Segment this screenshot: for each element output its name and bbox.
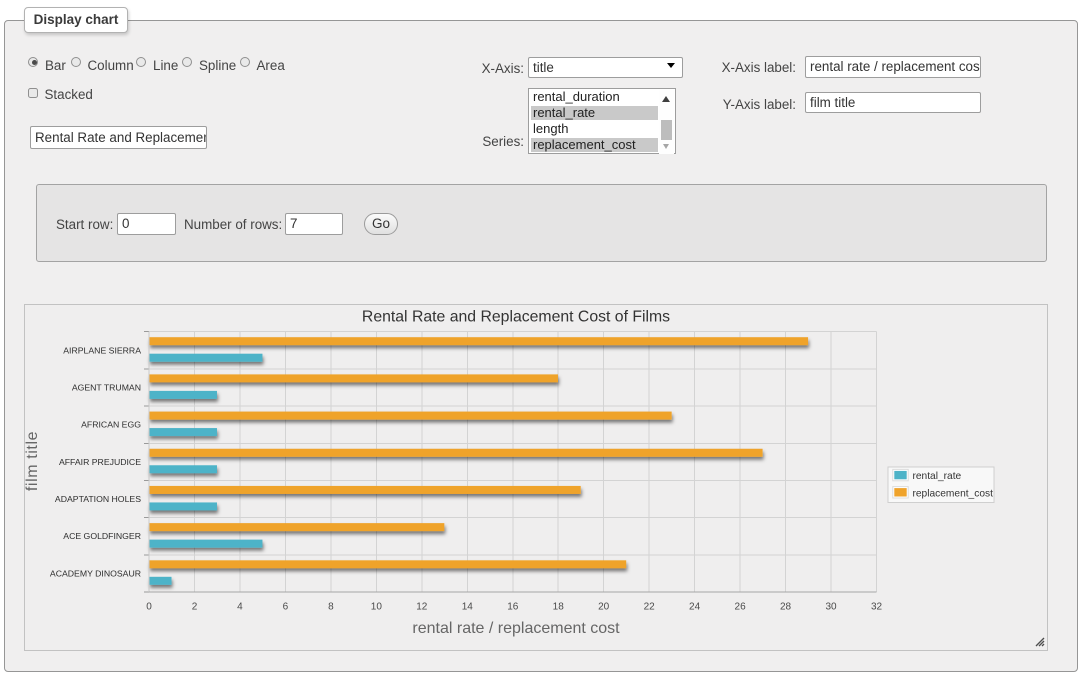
svg-text:26: 26 — [735, 602, 747, 613]
svg-text:2: 2 — [192, 602, 198, 613]
svg-text:16: 16 — [507, 602, 519, 613]
svg-text:30: 30 — [825, 602, 837, 613]
svg-text:22: 22 — [644, 602, 656, 613]
svg-text:rental_rate: rental_rate — [913, 471, 962, 482]
svg-text:24: 24 — [689, 602, 701, 613]
svg-text:ACE GOLDFINGER: ACE GOLDFINGER — [63, 531, 141, 541]
svg-text:10: 10 — [371, 602, 383, 613]
svg-text:0: 0 — [146, 602, 152, 613]
svg-text:12: 12 — [416, 602, 428, 613]
svg-text:20: 20 — [598, 602, 610, 613]
svg-text:6: 6 — [283, 602, 289, 613]
svg-text:rental rate / replacement cost: rental rate / replacement cost — [412, 620, 620, 637]
svg-text:4: 4 — [237, 602, 243, 613]
svg-text:ACADEMY DINOSAUR: ACADEMY DINOSAUR — [50, 568, 141, 578]
svg-text:32: 32 — [871, 602, 883, 613]
svg-text:Rental Rate and Replacement Co: Rental Rate and Replacement Cost of Film… — [362, 309, 670, 326]
svg-text:8: 8 — [328, 602, 334, 613]
svg-text:ADAPTATION HOLES: ADAPTATION HOLES — [55, 494, 141, 504]
svg-text:AFFAIR PREJUDICE: AFFAIR PREJUDICE — [59, 457, 141, 467]
svg-text:AFRICAN EGG: AFRICAN EGG — [81, 420, 141, 430]
svg-text:14: 14 — [462, 602, 474, 613]
svg-text:18: 18 — [553, 602, 565, 613]
svg-text:replacement_cost: replacement_cost — [913, 488, 994, 499]
svg-text:28: 28 — [780, 602, 792, 613]
svg-text:AIRPLANE SIERRA: AIRPLANE SIERRA — [63, 345, 141, 355]
svg-text:AGENT TRUMAN: AGENT TRUMAN — [72, 382, 141, 392]
svg-text:film title: film title — [25, 431, 41, 491]
